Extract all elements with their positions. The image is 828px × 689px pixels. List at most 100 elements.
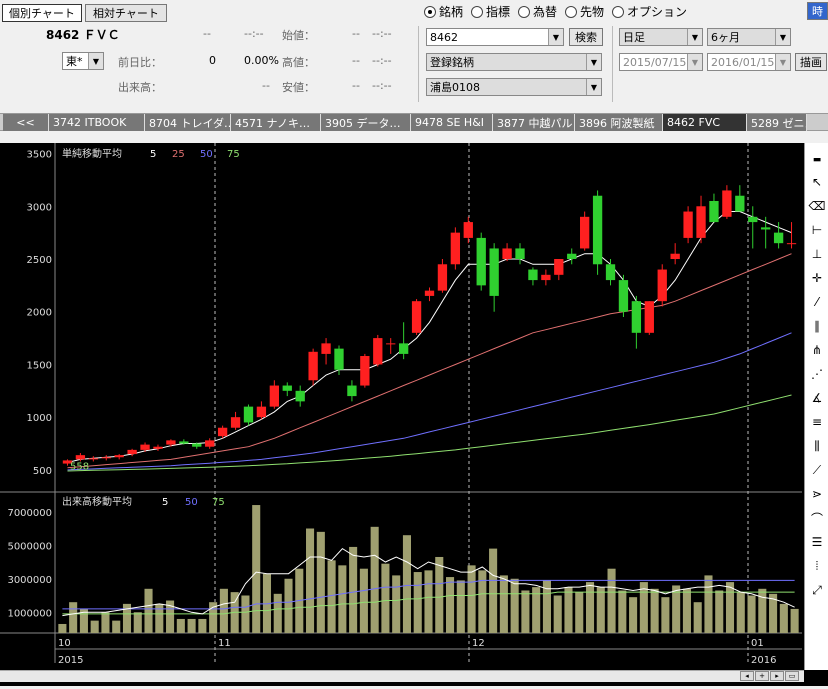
ticker-tab[interactable]: 3877 中越パル (493, 114, 575, 131)
ray-icon[interactable]: ⋰ (808, 365, 826, 383)
candle-body (192, 443, 202, 447)
group-select[interactable]: 浦島0108 ▼ (426, 78, 602, 96)
radio-off-icon (565, 5, 577, 18)
ticker-tab[interactable]: 3905 データ… (321, 114, 411, 131)
grid-icon[interactable]: ⦙ (808, 557, 826, 575)
cycle-lines-icon[interactable]: ⫼ (808, 437, 826, 455)
volume-bar (758, 588, 767, 633)
scroll-right-icon[interactable]: ▸ (770, 671, 784, 681)
code-input[interactable]: 8462 ▼ (426, 28, 564, 46)
volume-ma-legend: 5 (162, 497, 168, 508)
radio-indicator[interactable]: 指標 (471, 3, 510, 20)
individual-chart-tab[interactable]: 個別チャート (2, 4, 82, 22)
fan-line-icon[interactable]: ⋔ (808, 341, 826, 359)
retracement-icon[interactable]: ☰ (808, 533, 826, 551)
price-tick-label: 3000 (27, 202, 52, 213)
regression-icon[interactable]: ⤢ (808, 581, 826, 599)
volume-bar (650, 588, 659, 633)
candle-body (696, 206, 706, 238)
ticker-tab-bar: << 3742 ITBOOK 8704 トレイダ… 4571 ナノキ… 3905 データ… (0, 113, 828, 131)
fibonacci-icon[interactable]: ≡ (808, 413, 826, 431)
volume-bar (69, 602, 78, 633)
divider (418, 26, 419, 102)
candle-body (424, 290, 435, 296)
volume-bar (747, 595, 756, 633)
period-select[interactable]: 日足 ▼ (619, 28, 703, 46)
candle-body (709, 201, 719, 223)
ticker-tab[interactable]: 5289 ゼニス (747, 114, 807, 131)
candle-body (567, 253, 577, 259)
candle-body (748, 216, 758, 223)
trend-line-icon[interactable]: ⁄ (808, 293, 826, 311)
radio-stock[interactable]: 銘柄 (424, 3, 463, 20)
volume-bar (779, 603, 788, 633)
angle-icon[interactable]: ∡ (808, 389, 826, 407)
candle-body (101, 457, 111, 459)
range-select[interactable]: 6ヶ月 ▼ (707, 28, 791, 46)
candle-body (334, 348, 344, 370)
chevron-down-icon: ▼ (687, 29, 702, 45)
date-to-field[interactable]: 2016/01/15 ▼ (707, 53, 791, 71)
high-label: 高値： (282, 56, 315, 69)
volume-bar (629, 597, 638, 633)
channel-icon[interactable]: ⟋ (808, 461, 826, 479)
chart-area[interactable]: 3500 3000 2500 2000 1500 1000 500 7000000 500000… (0, 143, 828, 686)
registered-select[interactable]: 登録銘柄 ▼ (426, 53, 602, 71)
ticker-tab[interactable]: 8462 FVC (663, 114, 747, 131)
arc-icon[interactable]: ⌒ (808, 509, 826, 527)
ticker-tab[interactable]: 8704 トレイダ… (145, 114, 231, 131)
candle-body (450, 232, 461, 265)
volume-value: -- (262, 79, 270, 92)
zoom-in-icon[interactable]: + (755, 671, 769, 681)
radio-fx[interactable]: 為替 (518, 3, 557, 20)
eraser-icon[interactable]: ⌫ (808, 197, 826, 215)
candle-body (411, 301, 422, 333)
volume-bar (219, 588, 228, 633)
corner-button[interactable]: 時 (807, 2, 828, 20)
volume-bar (607, 568, 616, 633)
ticker-tab[interactable]: 3742 ITBOOK (49, 114, 145, 131)
volume-bar (284, 578, 293, 633)
pitchfork-icon[interactable]: ⋗ (808, 485, 826, 503)
radio-on-icon (424, 5, 436, 18)
volume-bar (585, 582, 595, 633)
fit-icon[interactable]: ▭ (785, 671, 799, 681)
radio-futures[interactable]: 先物 (565, 3, 604, 20)
cross-line-icon[interactable]: ✛ (808, 269, 826, 287)
candle-body (773, 232, 784, 244)
chevron-down-icon: ▼ (586, 79, 601, 95)
month-label: 12 (472, 638, 485, 649)
relative-chart-tab[interactable]: 相対チャート (85, 4, 167, 22)
ticker-tab[interactable]: 9478 SE H&I (411, 114, 493, 131)
chevron-down-icon: ▼ (586, 54, 601, 70)
parallel-line-icon[interactable]: ∥ (808, 317, 826, 335)
radio-off-icon (612, 5, 624, 18)
market-select[interactable]: 東* ▼ (62, 52, 104, 70)
price-ma-legend: 5 (150, 149, 156, 160)
horizontal-scrollbar[interactable] (0, 670, 804, 682)
draw-button[interactable]: 描画 (795, 53, 827, 71)
volume-bar (445, 577, 455, 633)
date-from-field[interactable]: 2015/07/15 ▼ (619, 53, 703, 71)
volume-bar (478, 570, 487, 633)
search-button[interactable]: 検索 (569, 28, 603, 46)
horizontal-line-icon[interactable]: ⊢ (808, 221, 826, 239)
collapse-icon[interactable]: ▬ (808, 151, 826, 169)
volume-bar (413, 572, 422, 633)
volume-bar (510, 578, 519, 633)
ticker-tab[interactable]: 4571 ナノキ… (231, 114, 321, 131)
price-tick-label: 1500 (27, 360, 52, 371)
vertical-line-icon[interactable]: ⊥ (808, 245, 826, 263)
cursor-icon[interactable]: ↖ (808, 173, 826, 191)
volume-bar (790, 608, 799, 633)
volume-bar (424, 570, 433, 633)
scroll-left-icon[interactable]: ◂ (740, 671, 754, 681)
volume-bar (316, 531, 325, 633)
ticker-tab[interactable]: 3896 阿波製紙 (575, 114, 663, 131)
ticker-prev-button[interactable]: << (3, 114, 49, 131)
volume-tick-label: 7000000 (7, 508, 52, 519)
candle-body (114, 455, 124, 458)
radio-option[interactable]: オプション (612, 3, 687, 20)
candle-body (463, 222, 473, 238)
candle-body (605, 264, 616, 281)
